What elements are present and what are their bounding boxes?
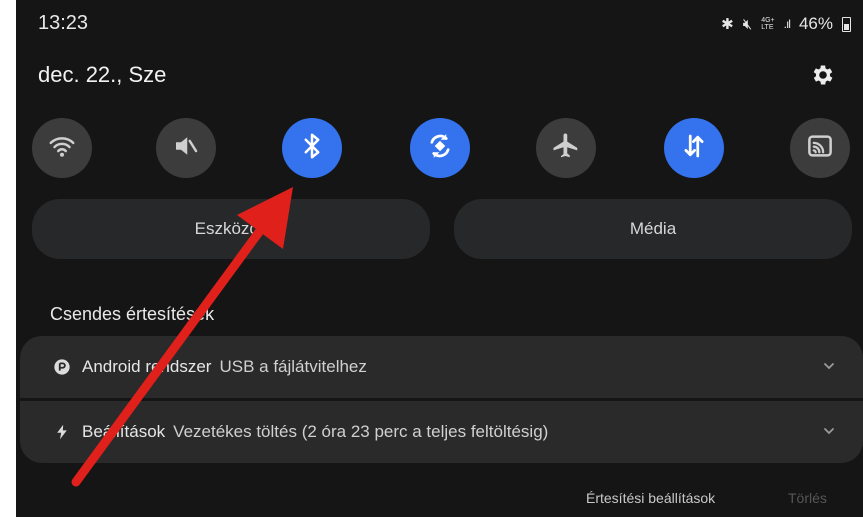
status-time: 13:23 — [38, 12, 89, 34]
chevron-down-icon[interactable] — [821, 423, 837, 439]
bluetooth-icon — [297, 131, 327, 166]
android-system-icon — [52, 357, 72, 377]
qs-bluetooth[interactable] — [282, 118, 342, 178]
notification-panel: 13:23 ✱ 🔇︎ 4G+ LTE .ıl 46% dec. 22., Sze — [16, 0, 863, 517]
qs-mute[interactable] — [156, 118, 216, 178]
mute-icon: 🔇︎ — [742, 15, 753, 33]
qs-wifi[interactable] — [32, 118, 92, 178]
notification-text: USB a fájlátvitelhez — [219, 357, 367, 376]
network-type-top: 4G+ — [761, 17, 775, 24]
mobile-data-icon — [679, 131, 709, 166]
media-button-label: Média — [629, 219, 677, 238]
notification-app-name: Beállítások — [82, 422, 166, 441]
battery-percent: 46% — [798, 14, 833, 33]
notification-app-name: Android rendszer — [82, 357, 212, 376]
devices-button[interactable]: Eszközök — [32, 199, 430, 259]
silent-notifications-title: Csendes értesítések — [50, 304, 215, 324]
cast-icon — [805, 131, 835, 166]
signal-strength-icon: .ıl — [783, 17, 791, 31]
qs-airplane-mode[interactable] — [536, 118, 596, 178]
status-icons: ✱ 🔇︎ 4G+ LTE .ıl 46% — [721, 14, 851, 34]
notification-settings-link[interactable]: Értesítési beállítások — [586, 490, 715, 506]
network-type-bottom: LTE — [761, 24, 774, 31]
auto-rotate-icon — [425, 131, 455, 166]
media-button[interactable]: Média — [454, 199, 852, 259]
notification-settings-charging[interactable]: Beállítások Vezetékes töltés (2 óra 23 p… — [20, 401, 863, 463]
qs-auto-rotate[interactable] — [410, 118, 470, 178]
devices-button-label: Eszközök — [194, 219, 268, 238]
date-label: dec. 22., Sze — [38, 62, 167, 87]
quick-settings-row — [16, 118, 863, 180]
status-bar: 13:23 ✱ 🔇︎ 4G+ LTE .ıl 46% — [38, 10, 851, 38]
chevron-down-icon[interactable] — [821, 358, 837, 374]
wifi-icon — [47, 131, 77, 166]
network-type-icon: 4G+ LTE — [761, 17, 774, 31]
qs-cast[interactable] — [790, 118, 850, 178]
charging-icon — [52, 422, 72, 442]
gear-icon[interactable] — [810, 62, 836, 88]
notification-android-system[interactable]: Android rendszer USB a fájlátvitelhez — [20, 336, 863, 398]
clear-button[interactable]: Törlés — [788, 490, 827, 506]
notification-text: Vezetékes töltés (2 óra 23 perc a teljes… — [173, 422, 549, 441]
battery-icon — [842, 16, 851, 32]
qs-mobile-data[interactable] — [664, 118, 724, 178]
bluetooth-icon: ✱ — [721, 16, 734, 33]
mute-icon — [171, 131, 201, 166]
airplane-icon — [551, 131, 581, 166]
